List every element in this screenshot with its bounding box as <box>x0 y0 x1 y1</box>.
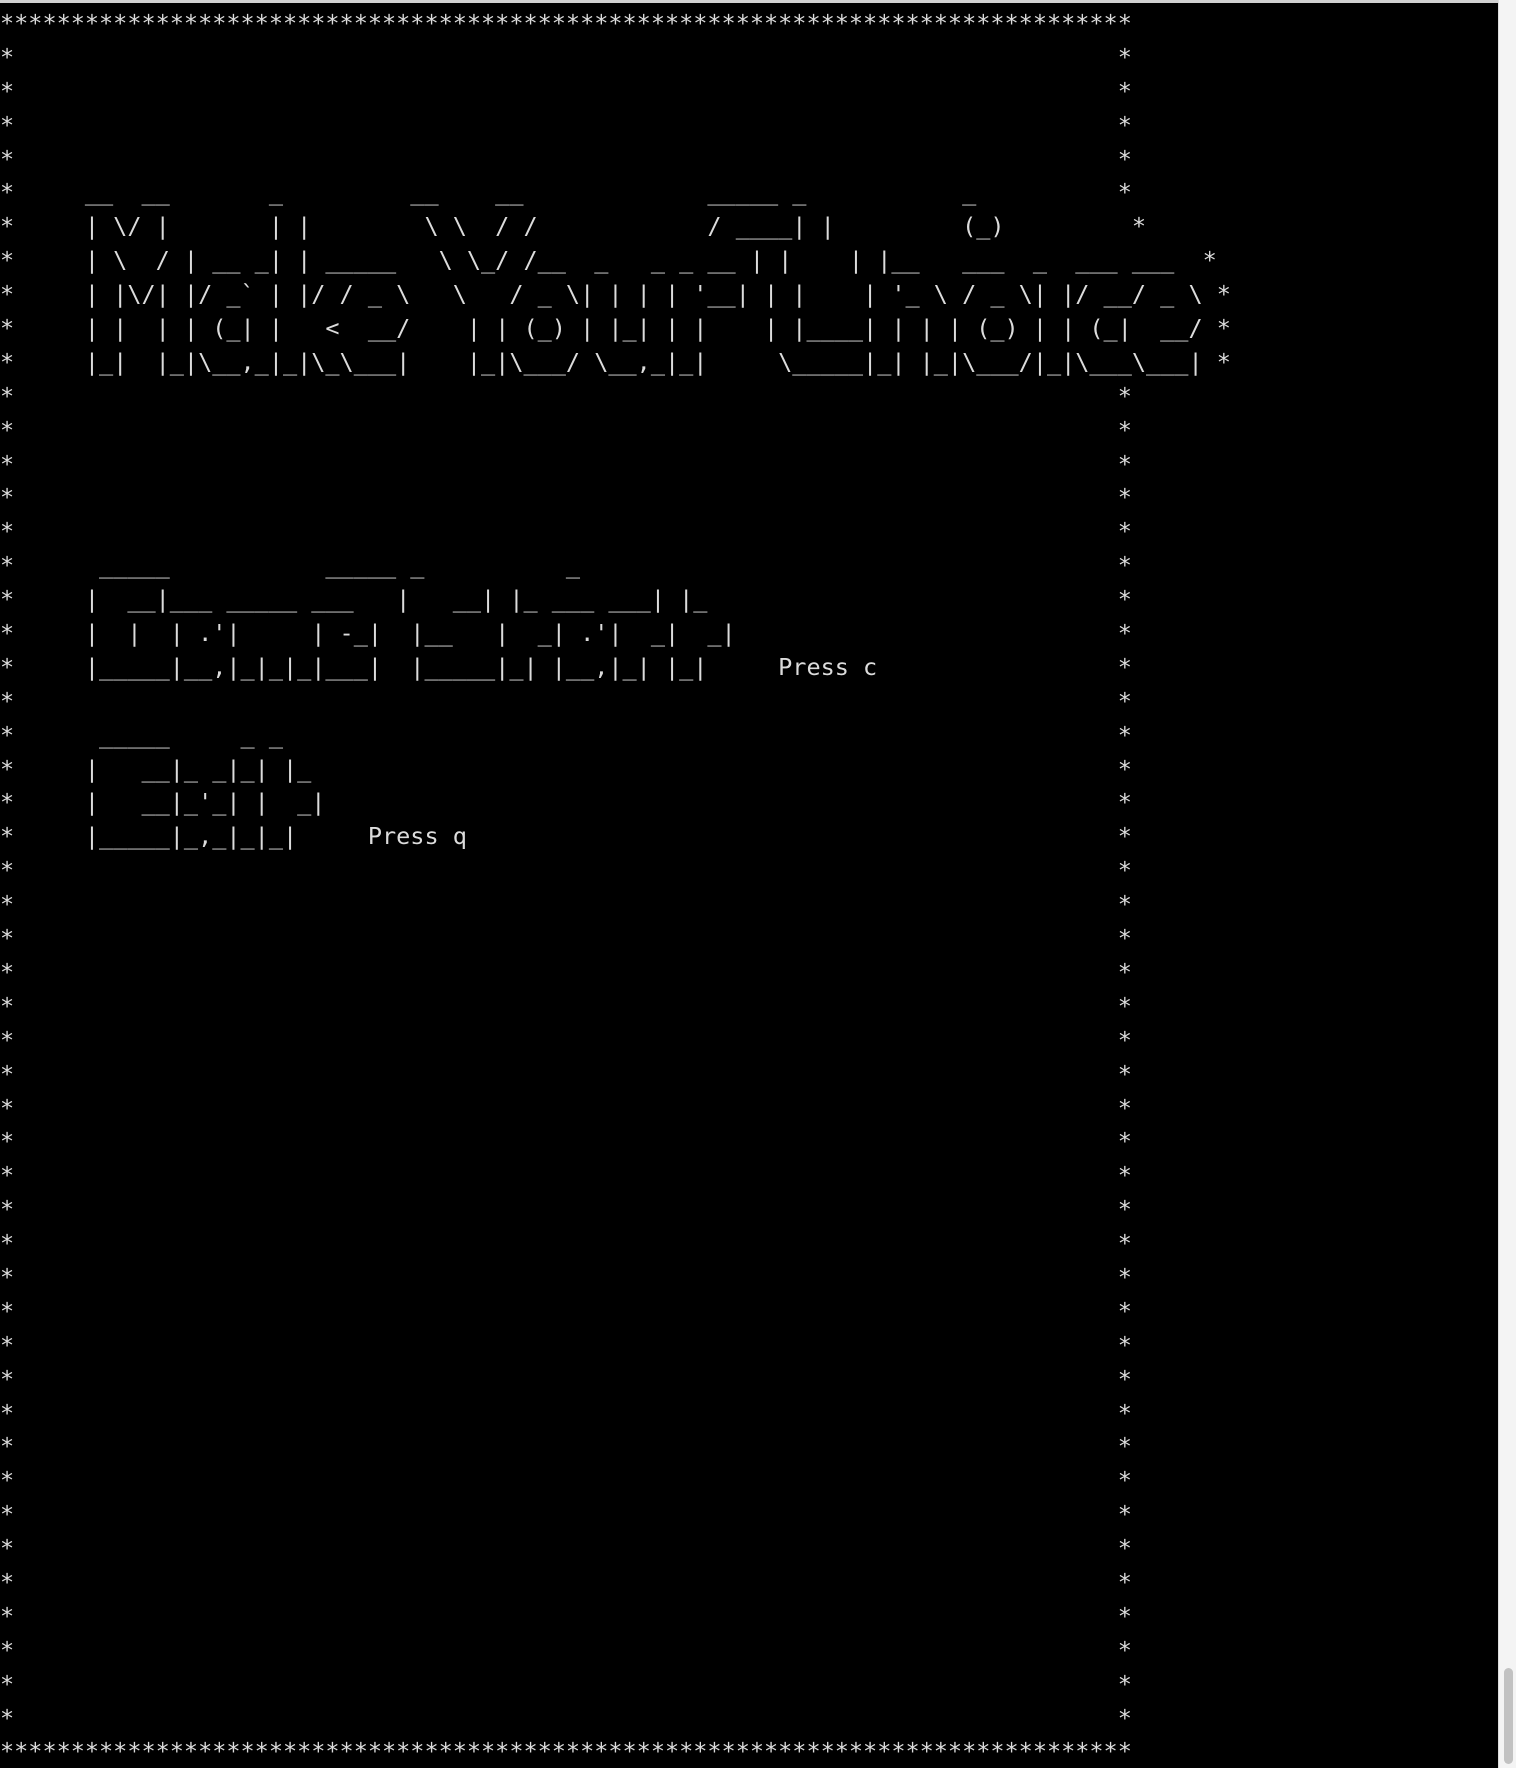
border-side-row: * * <box>0 415 1132 444</box>
border-side-row: * * <box>0 1364 1132 1393</box>
exit-option-row: * | __|_ _|_| |_ * <box>0 754 1132 783</box>
border-side-row: * * <box>0 1025 1132 1054</box>
border-side-row: * * <box>0 110 1132 139</box>
title-ascii-row: * | |\/| |/ _` | |/ / _ \ \ / _ \| | | |… <box>0 280 1231 309</box>
border-side-row: * * <box>0 991 1132 1020</box>
border-side-row: * * <box>0 1669 1132 1698</box>
game-start-option-row: * |_____|__,|_|_|_|___| |_____|_| |__,|_… <box>0 652 1132 681</box>
border-side-row: * * <box>0 1262 1132 1291</box>
border-side-row: * * <box>0 1500 1132 1529</box>
title-ascii-row: * __ __ _ __ __ _____ _ _ * <box>0 178 1132 207</box>
border-side-row: * * <box>0 1330 1132 1359</box>
border-side-row: * * <box>0 449 1132 478</box>
border-side-row: * * <box>0 1195 1132 1224</box>
border-side-row: * * <box>0 1127 1132 1156</box>
border-side-row: * * <box>0 1635 1132 1664</box>
border-side-row: * * <box>0 1161 1132 1190</box>
border-side-row: * * <box>0 76 1132 105</box>
game-start-option-row: * | | | .'| | -_| |__ | _| .'| _| _| * <box>0 619 1132 648</box>
border-side-row: * * <box>0 1398 1132 1427</box>
title-ascii-row: * |_| |_|\__,_|_|\_\___| |_|\___/ \__,_|… <box>0 347 1231 376</box>
border-side-row: * * <box>0 1093 1132 1122</box>
border-side-row: * * <box>0 1601 1132 1630</box>
vertical-scrollbar[interactable] <box>1498 0 1516 1768</box>
border-side-row: * * <box>0 1296 1132 1325</box>
border-side-row: * * <box>0 1432 1132 1461</box>
exit-option-row: * | __|_'_| | _| * <box>0 788 1132 817</box>
border-side-row: * * <box>0 1059 1132 1088</box>
border-side-row: * * <box>0 1534 1132 1563</box>
game-start-option-row: * _____ _____ _ _ * <box>0 551 1132 580</box>
game-start-option-row: * | __|___ _____ ___ | __| |_ ___ ___| |… <box>0 585 1132 614</box>
title-ascii-row: * | \ / | __ _| | _____ \ \_/ /__ _ _ _ … <box>0 246 1217 275</box>
border-side-row: * * <box>0 144 1132 173</box>
border-side-row: * * <box>0 1567 1132 1596</box>
border-side-row: * * <box>0 890 1132 919</box>
title-ascii-row: * | | | | (_| | < __/ | | (_) | |_| | | … <box>0 314 1231 343</box>
scrollbar-thumb[interactable] <box>1504 1668 1513 1764</box>
exit-option-row: * _____ _ _ * <box>0 720 1132 749</box>
exit-option-row: * |_____|_,_|_|_| Press q * <box>0 822 1132 851</box>
border-side-row: * * <box>0 924 1132 953</box>
border-side-row: * * <box>0 381 1132 410</box>
title-ascii-row: * | \/ | | | \ \ / / / ____| | (_) * <box>0 212 1147 241</box>
border-bottom-row: ****************************************… <box>0 1737 1132 1766</box>
border-side-row: * * <box>0 686 1132 715</box>
border-side-row: * * <box>0 483 1132 512</box>
border-side-row: * * <box>0 1466 1132 1495</box>
border-side-row: * * <box>0 1229 1132 1258</box>
border-side-row: * * <box>0 856 1132 885</box>
border-side-row: * * <box>0 42 1132 71</box>
terminal-screen: ****************************************… <box>0 7 1231 1768</box>
border-side-row: * * <box>0 1703 1132 1732</box>
border-side-row: * * <box>0 957 1132 986</box>
terminal-window[interactable]: ****************************************… <box>0 0 1498 1768</box>
border-top-row: ****************************************… <box>0 9 1132 37</box>
border-side-row: * * <box>0 517 1132 546</box>
